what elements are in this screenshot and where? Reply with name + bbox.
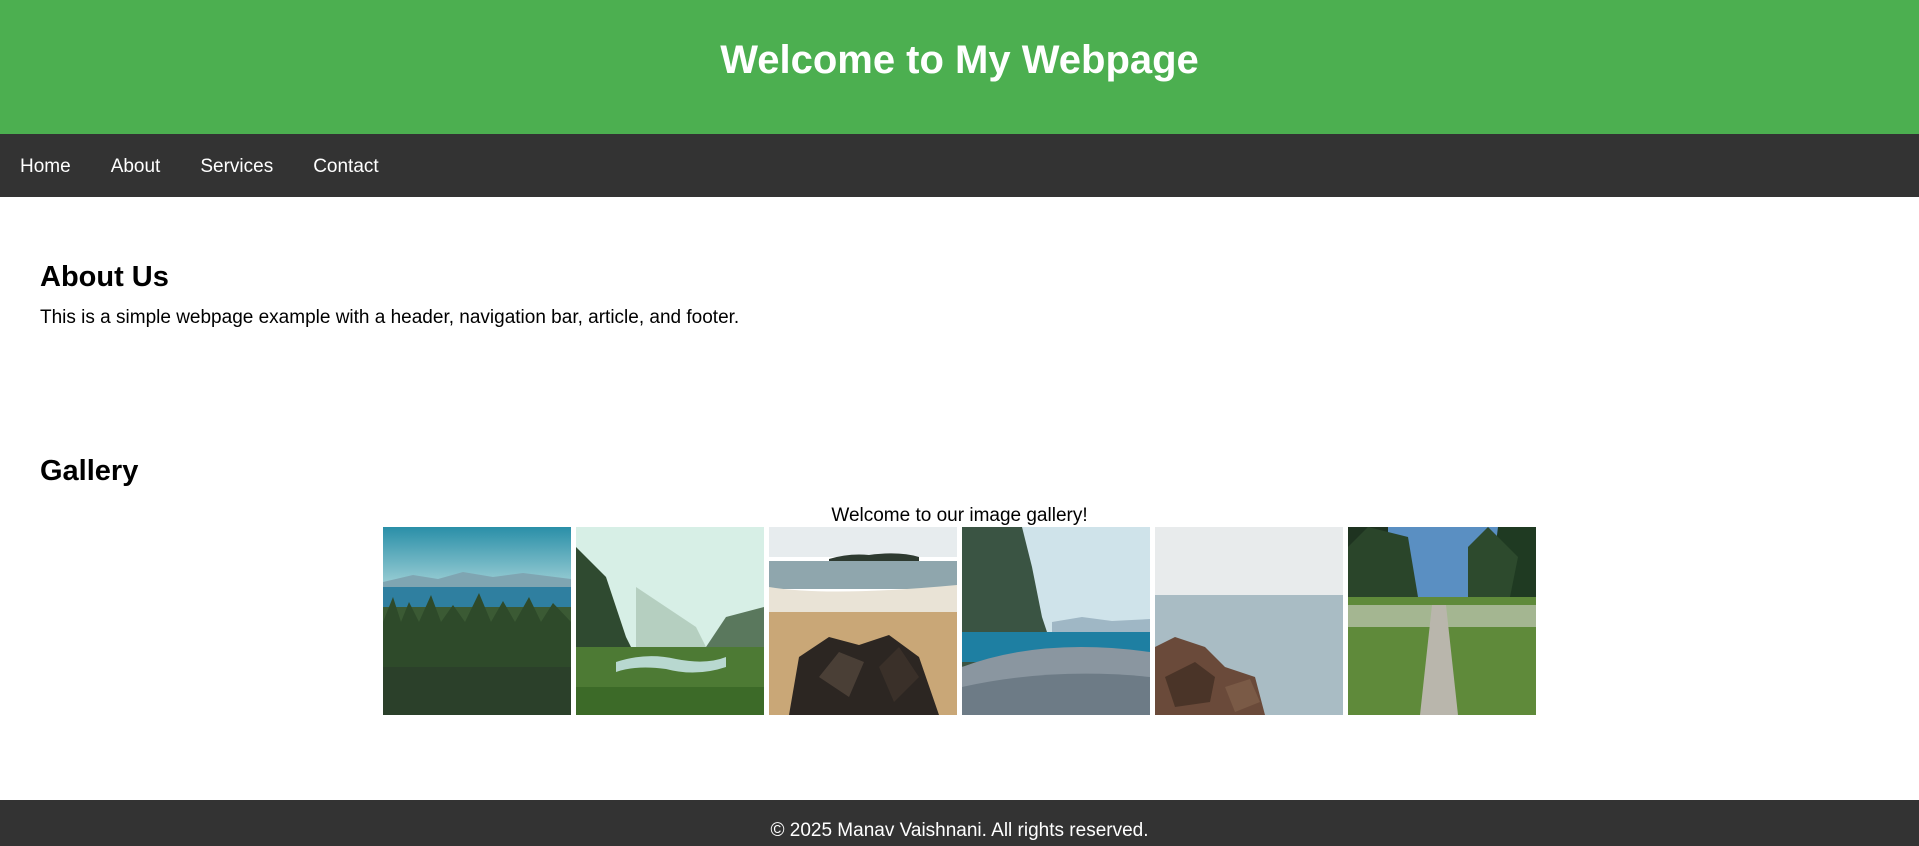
gallery-image-forest-path[interactable] xyxy=(1348,527,1536,715)
gallery-image-pebble-shore[interactable] xyxy=(962,527,1150,715)
nav-link-services[interactable]: Services xyxy=(200,156,273,178)
gallery-image-beach-rocks[interactable] xyxy=(769,527,957,715)
nav-link-home[interactable]: Home xyxy=(20,156,71,178)
page-footer: © 2025 Manav Vaishnani. All rights reser… xyxy=(0,800,1919,846)
main-article: About Us This is a simple webpage exampl… xyxy=(0,197,1919,487)
nav-link-contact[interactable]: Contact xyxy=(313,156,378,178)
page-title: Welcome to My Webpage xyxy=(720,37,1199,82)
nav-link-about[interactable]: About xyxy=(111,156,161,178)
gallery-intro-text: Welcome to our image gallery! xyxy=(831,505,1088,526)
navigation-bar: Home About Services Contact xyxy=(0,134,1919,197)
about-heading: About Us xyxy=(40,261,169,293)
footer-text: © 2025 Manav Vaishnani. All rights reser… xyxy=(770,820,1149,841)
gallery-image-forest-lake[interactable] xyxy=(383,527,571,715)
page-header: Welcome to My Webpage xyxy=(0,0,1919,134)
image-gallery xyxy=(0,527,1919,715)
gallery-image-misty-valley[interactable] xyxy=(576,527,764,715)
gallery-image-rocky-coast[interactable] xyxy=(1155,527,1343,715)
gallery-heading: Gallery xyxy=(40,455,139,487)
about-text: This is a simple webpage example with a … xyxy=(40,307,740,328)
